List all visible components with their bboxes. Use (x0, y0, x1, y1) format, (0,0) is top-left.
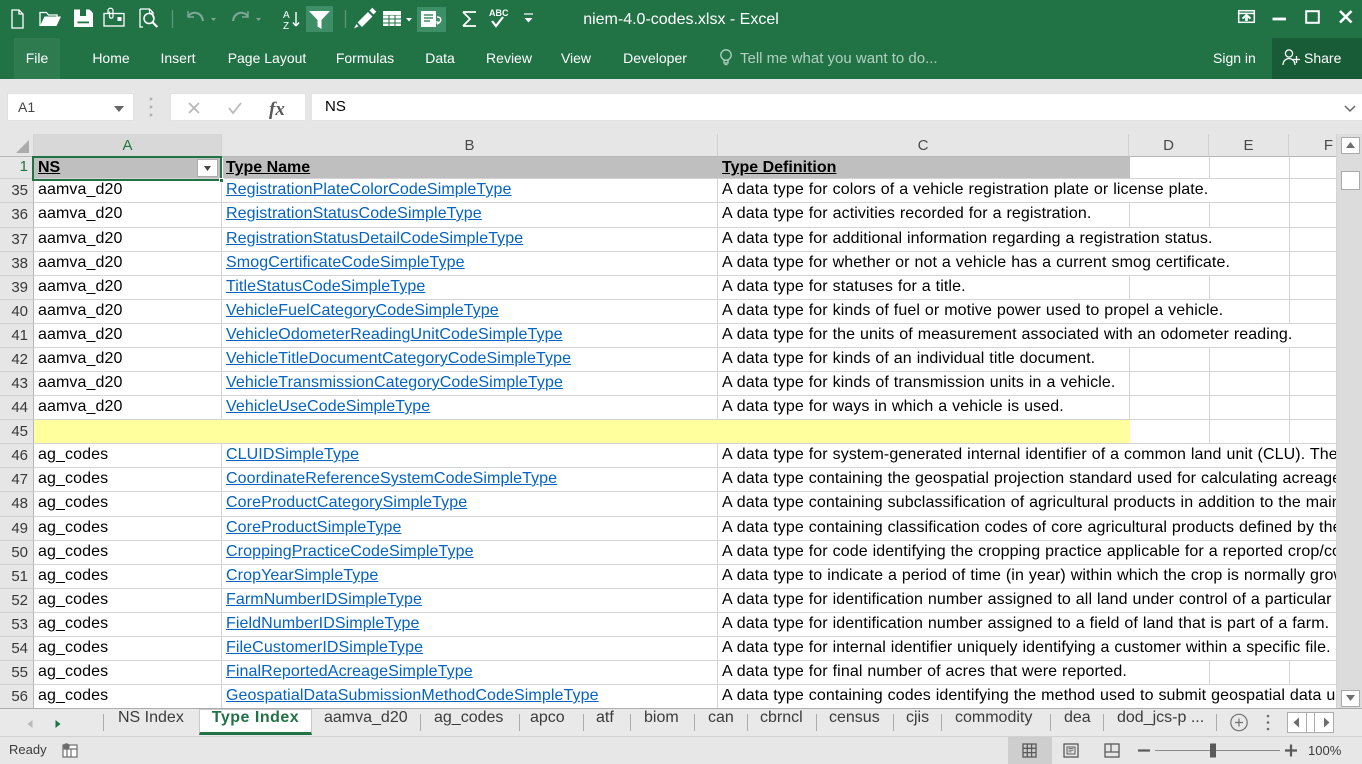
svg-text:fx: fx (269, 99, 285, 120)
